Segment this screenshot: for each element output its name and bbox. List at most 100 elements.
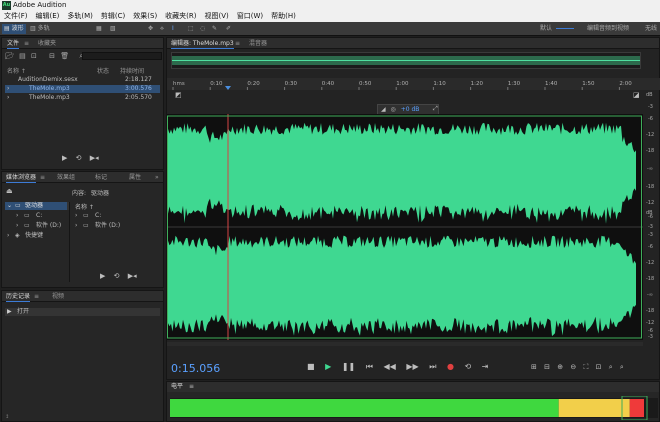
zoom-out-icon[interactable]: ⌕ (620, 363, 624, 371)
expand-arrow-icon[interactable]: › (7, 94, 9, 102)
tab-favorites[interactable]: 收藏夹 (38, 38, 56, 49)
workspace-default[interactable]: 默认 (540, 24, 552, 34)
media-list-column-name[interactable]: 名称 ↑ (75, 202, 94, 211)
open-folder-icon[interactable]: 📂︎ (5, 52, 14, 60)
tab-files[interactable]: 文件 (7, 38, 20, 49)
zoom-corner-icon[interactable]: ◩ (175, 91, 182, 99)
tree-item-c[interactable]: › ▭ C: (16, 212, 68, 220)
tab-mixer[interactable]: 混音器 (249, 38, 267, 49)
zoom-out-amplitude-icon[interactable]: ⊟ (544, 363, 550, 371)
zoom-corner-icon[interactable]: ◪ (633, 91, 640, 99)
menu-view[interactable]: 视图(V) (205, 11, 229, 22)
import-icon[interactable]: ⊡ (31, 52, 37, 60)
expand-arrow-icon[interactable]: ⌄ (7, 202, 12, 210)
horizontal-scrollbar[interactable] (167, 342, 643, 346)
pause-icon[interactable]: ❚❚ (342, 362, 355, 371)
menu-favorites[interactable]: 收藏夹(R) (165, 11, 196, 22)
menu-effects[interactable]: 效果(S) (133, 11, 157, 22)
expand-arrow-icon[interactable]: › (75, 212, 77, 220)
expand-arrow-icon[interactable]: › (7, 85, 9, 93)
menu-window[interactable]: 窗口(W) (237, 11, 263, 22)
loop-playback-icon[interactable]: ⟲ (465, 362, 472, 371)
workspace-edit-to-video[interactable]: 编辑音频到视频 (587, 24, 629, 34)
play-icon[interactable]: ▶ (325, 362, 331, 371)
lasso-tool-icon[interactable]: ◌ (200, 24, 205, 34)
loop-icon[interactable]: ⟲ (114, 272, 120, 280)
column-status[interactable]: 状态 (97, 66, 109, 75)
tab-media-browser[interactable]: 媒体浏览器 (6, 172, 37, 183)
panel-overflow-icon[interactable]: » (155, 172, 159, 183)
media-splitter[interactable] (69, 202, 70, 282)
tab-video[interactable]: 视频 (52, 291, 64, 302)
go-to-start-icon[interactable]: ⏮ (366, 362, 373, 371)
workspace-more[interactable]: 无线 (645, 24, 657, 34)
menu-edit[interactable]: 编辑(E) (36, 11, 60, 22)
zoom-selection-icon[interactable]: ⊡ (596, 363, 602, 371)
tab-markers[interactable]: 标记 (95, 172, 107, 183)
tab-levels[interactable]: 电平 (171, 383, 183, 390)
autoplay-icon[interactable]: ▶◂ (128, 272, 137, 280)
tree-item-drives[interactable]: ⌄ ▭ 驱动器 (5, 202, 67, 210)
fast-forward-icon[interactable]: ▶▶ (406, 362, 418, 371)
rewind-icon[interactable]: ◀◀ (384, 362, 396, 371)
menu-multitrack[interactable]: 多轨(M) (67, 11, 93, 22)
delete-icon[interactable]: 🗑︎ (60, 52, 69, 60)
column-name[interactable]: 名称 ↑ (7, 66, 26, 75)
expand-arrow-icon[interactable]: › (16, 222, 18, 230)
column-duration[interactable]: 持续时间 (120, 66, 144, 75)
zoom-in-icon[interactable]: ⌕ (609, 363, 613, 371)
files-search-input[interactable] (82, 52, 162, 60)
overview-bar[interactable] (171, 52, 641, 69)
brush-tool-icon[interactable]: ✎ (212, 24, 217, 34)
tab-editor[interactable]: 编辑器: TheMole.mp3 (171, 38, 234, 49)
spectral-display-icon[interactable]: ▦ (96, 24, 102, 34)
zoom-full-icon[interactable]: ⛶ (583, 363, 588, 371)
current-timecode[interactable]: 0:15.056 (171, 362, 220, 375)
volume-knob-icon[interactable]: ◎ (391, 106, 396, 113)
spot-healing-tool-icon[interactable]: ✐ (226, 24, 231, 34)
media-import-icon[interactable]: ⏏ (6, 187, 13, 195)
tab-properties[interactable]: 属性 (129, 172, 141, 183)
marquee-tool-icon[interactable]: ⬚ (188, 24, 194, 34)
zoom-out-time-icon[interactable]: ⊖ (570, 363, 576, 371)
file-row[interactable]: AuditionDemix.sesx 2:18.127 (5, 76, 160, 84)
zoom-in-amplitude-icon[interactable]: ⊞ (531, 363, 537, 371)
expand-arrow-icon[interactable]: › (16, 212, 18, 220)
levels-menu-icon[interactable]: ≡ (189, 383, 194, 390)
tab-files-menu-icon[interactable]: ≡ (24, 38, 29, 49)
media-list-item[interactable]: › ▭ 软件 (D:) (75, 222, 155, 230)
file-row[interactable]: › TheMole.mp3 2:05.570 (5, 94, 160, 102)
menu-clip[interactable]: 剪辑(C) (101, 11, 125, 22)
expand-arrow-icon[interactable]: › (7, 232, 9, 240)
tree-item-d[interactable]: › ▭ 软件 (D:) (16, 222, 68, 230)
waveform-view-button[interactable]: ▤ 波形 (2, 24, 26, 34)
tree-item-shortcuts[interactable]: › ◈ 快捷键 (5, 232, 67, 240)
history-item[interactable]: ▶ 打开 (5, 308, 160, 316)
tab-effects-rack[interactable]: 效果组 (57, 172, 75, 183)
insert-icon[interactable]: ⊟ (49, 52, 55, 60)
time-ruler[interactable]: hms 0:10 0:20 0:30 0:40 0:50 1:00 1:10 1:20 1:30 1… (167, 78, 660, 90)
time-selection-tool-icon[interactable]: I (172, 24, 174, 34)
media-list-item[interactable]: › ▭ C: (75, 212, 155, 220)
tab-media-menu-icon[interactable]: ≡ (40, 172, 45, 183)
skip-selection-icon[interactable]: ⇥ (482, 362, 489, 371)
loop-icon[interactable]: ⟲ (76, 154, 82, 162)
gain-value[interactable]: +0 dB (401, 106, 420, 113)
file-row[interactable]: › TheMole.mp3 3:00.576 (5, 85, 160, 93)
pitch-display-icon[interactable]: ▧ (110, 24, 116, 34)
move-tool-icon[interactable]: ✥ (148, 24, 153, 34)
pin-icon[interactable]: ⤢ (433, 105, 438, 113)
new-file-icon[interactable]: ▤ (19, 52, 26, 60)
content-value[interactable]: 驱动器 (91, 190, 109, 197)
zoom-in-time-icon[interactable]: ⊕ (557, 363, 563, 371)
menu-file[interactable]: 文件(F) (4, 11, 28, 22)
tab-history[interactable]: 历史记录 (6, 291, 31, 302)
stop-icon[interactable]: ■ (307, 362, 315, 371)
expand-arrow-icon[interactable]: › (75, 222, 77, 230)
tab-history-menu-icon[interactable]: ≡ (34, 291, 39, 302)
play-icon[interactable]: ▶ (62, 154, 67, 162)
multitrack-view-button[interactable]: ▥ 多轨 (30, 24, 50, 34)
razor-tool-icon[interactable]: ⟡ (160, 24, 164, 34)
tab-editor-menu-icon[interactable]: ≡ (235, 38, 240, 49)
play-icon[interactable]: ▶ (100, 272, 105, 280)
